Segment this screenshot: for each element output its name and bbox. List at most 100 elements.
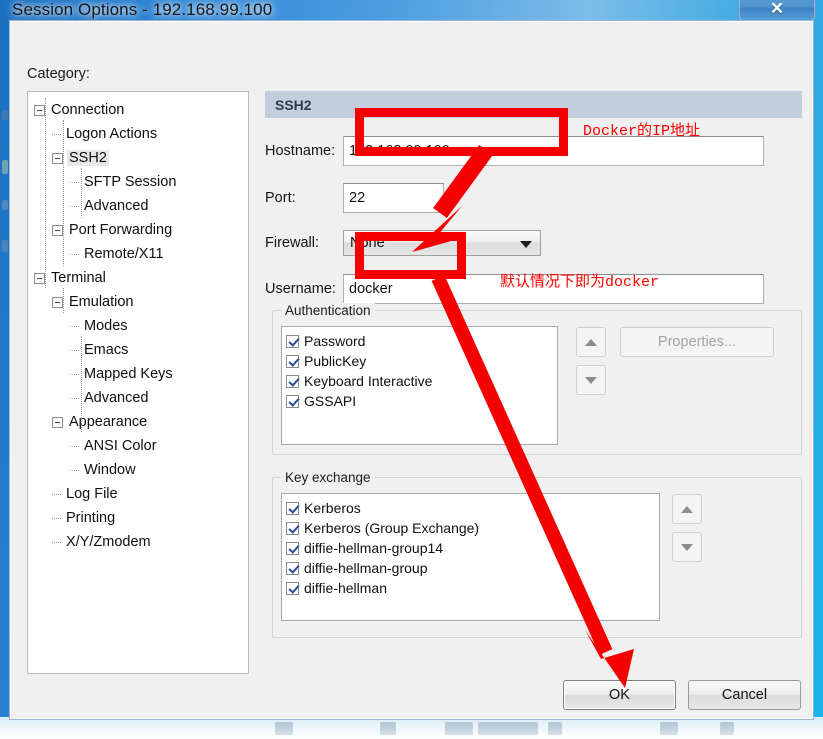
- tree-connector-icon: [52, 517, 61, 519]
- cancel-button[interactable]: Cancel: [688, 680, 801, 710]
- tree-item-ansi-color[interactable]: ANSI Color: [28, 434, 248, 458]
- tree-collapse-icon[interactable]: [52, 296, 63, 308]
- checkbox-checked-icon[interactable]: [286, 394, 299, 408]
- desktop-smudge: [2, 160, 8, 174]
- tree-item-mapped-keys[interactable]: Mapped Keys: [28, 362, 248, 386]
- tree-item-label: Modes: [84, 318, 128, 334]
- taskbar[interactable]: [0, 717, 823, 739]
- tree-connector-icon: [70, 397, 79, 399]
- checkbox-checked-icon[interactable]: [286, 561, 299, 575]
- tree-collapse-icon[interactable]: [34, 272, 45, 284]
- authentication-item[interactable]: GSSAPI: [286, 391, 557, 411]
- tree-item-advanced[interactable]: Advanced: [28, 194, 248, 218]
- tree-guide-line: [81, 336, 82, 432]
- kex-move-up-button[interactable]: [672, 494, 702, 524]
- checkbox-checked-icon[interactable]: [286, 334, 299, 348]
- tree-item-connection[interactable]: Connection: [28, 98, 248, 122]
- firewall-select[interactable]: None: [343, 230, 541, 256]
- key-exchange-item[interactable]: diffie-hellman-group: [286, 558, 659, 578]
- auth-properties-button[interactable]: Properties...: [620, 327, 774, 357]
- tree-connector-icon: [70, 469, 79, 471]
- tree-collapse-icon[interactable]: [52, 224, 63, 236]
- ok-button[interactable]: OK: [563, 680, 676, 710]
- hostname-label: Hostname:: [265, 143, 336, 159]
- tree-item-label: Advanced: [84, 198, 149, 214]
- checkbox-checked-icon[interactable]: [286, 354, 299, 368]
- tree-item-printing[interactable]: Printing: [28, 506, 248, 530]
- key-exchange-title: Key exchange: [281, 470, 375, 485]
- key-exchange-label: diffie-hellman-group14: [304, 540, 444, 556]
- close-button[interactable]: ✕: [738, 0, 816, 22]
- tree-item-logon-actions[interactable]: Logon Actions: [28, 122, 248, 146]
- checkbox-checked-icon[interactable]: [286, 541, 299, 555]
- tree-collapse-icon[interactable]: [52, 152, 63, 164]
- taskbar-item[interactable]: [445, 722, 473, 735]
- authentication-label: PublicKey: [304, 353, 367, 369]
- tree-item-remote-x11[interactable]: Remote/X11: [28, 242, 248, 266]
- authentication-item[interactable]: PublicKey: [286, 351, 557, 371]
- checkbox-checked-icon[interactable]: [286, 374, 299, 388]
- tree-guide-line: [45, 98, 46, 288]
- authentication-list[interactable]: Password PublicKey Keyboard Interactive GSS…: [281, 326, 558, 445]
- tree-connector-icon: [70, 253, 79, 255]
- kex-move-down-button[interactable]: [672, 532, 702, 562]
- key-exchange-item[interactable]: diffie-hellman: [286, 578, 659, 598]
- tree-collapse-icon[interactable]: [34, 104, 45, 116]
- tree-collapse-icon[interactable]: [52, 416, 63, 428]
- hostname-input[interactable]: 192.168.99.100: [343, 136, 764, 166]
- tree-connector-icon: [70, 349, 79, 351]
- arrow-down-icon: [681, 543, 693, 551]
- tree-item-label: Connection: [51, 102, 125, 118]
- tree-item-port-forwarding[interactable]: Port Forwarding: [28, 218, 248, 242]
- authentication-item[interactable]: Password: [286, 331, 557, 351]
- taskbar-item[interactable]: [380, 722, 396, 735]
- key-exchange-label: Kerberos: [304, 500, 361, 516]
- username-input[interactable]: docker: [343, 274, 764, 304]
- authentication-item[interactable]: Keyboard Interactive: [286, 371, 557, 391]
- taskbar-item[interactable]: [548, 722, 562, 735]
- port-input[interactable]: 22: [343, 183, 444, 213]
- tree-item-emacs[interactable]: Emacs: [28, 338, 248, 362]
- authentication-label: GSSAPI: [304, 393, 357, 409]
- tree-item-label: SSH2: [67, 150, 109, 166]
- tree-item-appearance[interactable]: Appearance: [28, 410, 248, 434]
- firewall-value: None: [350, 235, 385, 251]
- category-tree[interactable]: Connection Logon Actions SSH2 SFTP Session A…: [27, 91, 249, 674]
- taskbar-item[interactable]: [660, 722, 678, 735]
- tree-item-label: Emulation: [69, 294, 134, 310]
- key-exchange-item[interactable]: diffie-hellman-group14: [286, 538, 659, 558]
- tree-connector-icon: [70, 373, 79, 375]
- tree-item-label: ANSI Color: [84, 438, 157, 454]
- taskbar-item[interactable]: [478, 722, 538, 735]
- tree-item-modes[interactable]: Modes: [28, 314, 248, 338]
- key-exchange-item[interactable]: Kerberos: [286, 498, 659, 518]
- checkbox-checked-icon[interactable]: [286, 501, 299, 515]
- auth-move-down-button[interactable]: [576, 365, 606, 395]
- taskbar-item[interactable]: [275, 722, 293, 735]
- authentication-group: Authentication Password PublicKey Keyboard…: [272, 303, 802, 455]
- port-label: Port:: [265, 190, 296, 206]
- tree-connector-icon: [70, 205, 79, 207]
- tree-item-ssh2[interactable]: SSH2: [28, 146, 248, 170]
- tree-item-label: Terminal: [51, 270, 106, 286]
- tree-item-label: X/Y/Zmodem: [66, 534, 151, 550]
- tree-item-sftp-session[interactable]: SFTP Session: [28, 170, 248, 194]
- key-exchange-list[interactable]: Kerberos Kerberos (Group Exchange) diffie-…: [281, 493, 660, 621]
- auth-move-up-button[interactable]: [576, 327, 606, 357]
- tree-connector-icon: [70, 445, 79, 447]
- tree-item-x-y-zmodem[interactable]: X/Y/Zmodem: [28, 530, 248, 554]
- taskbar-item[interactable]: [720, 722, 734, 735]
- tree-connector-icon: [52, 541, 61, 543]
- session-options-dialog: Category: Connection Logon Actions SSH2 SFT…: [9, 20, 814, 720]
- checkbox-checked-icon[interactable]: [286, 521, 299, 535]
- key-exchange-item[interactable]: Kerberos (Group Exchange): [286, 518, 659, 538]
- tree-guide-line: [81, 168, 82, 218]
- tree-item-log-file[interactable]: Log File: [28, 482, 248, 506]
- category-label: Category:: [27, 66, 90, 82]
- tree-item-terminal[interactable]: Terminal: [28, 266, 248, 290]
- tree-item-window[interactable]: Window: [28, 458, 248, 482]
- username-label: Username:: [265, 281, 336, 297]
- tree-item-advanced[interactable]: Advanced: [28, 386, 248, 410]
- checkbox-checked-icon[interactable]: [286, 581, 299, 595]
- tree-item-emulation[interactable]: Emulation: [28, 290, 248, 314]
